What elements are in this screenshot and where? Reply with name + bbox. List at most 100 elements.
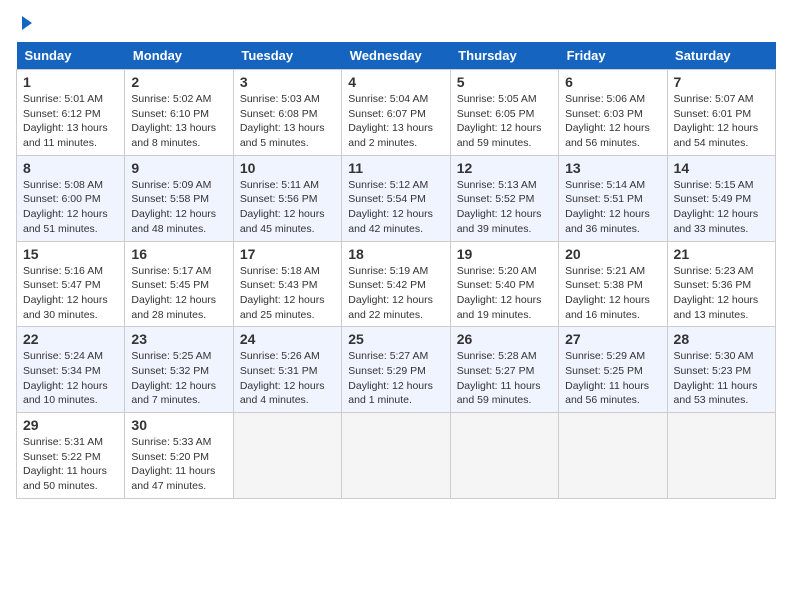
calendar-week-row: 1 Sunrise: 5:01 AMSunset: 6:12 PMDaylight… [17, 70, 776, 156]
day-number: 28 [674, 331, 769, 347]
calendar-cell: 8Sunrise: 5:08 AMSunset: 6:00 PMDaylight… [17, 155, 125, 241]
day-number: 22 [23, 331, 118, 347]
calendar-cell [450, 413, 558, 499]
calendar-cell: 20Sunrise: 5:21 AMSunset: 5:38 PMDayligh… [559, 241, 667, 327]
day-info: Sunrise: 5:15 AMSunset: 5:49 PMDaylight:… [674, 178, 769, 237]
day-info: Sunrise: 5:13 AMSunset: 5:52 PMDaylight:… [457, 178, 552, 237]
day-number: 1 [23, 74, 118, 90]
calendar-cell: 29Sunrise: 5:31 AMSunset: 5:22 PMDayligh… [17, 413, 125, 499]
day-number: 16 [131, 246, 226, 262]
day-number: 5 [457, 74, 552, 90]
page-header [16, 16, 776, 30]
calendar-cell: 19 Sunrise: 5:20 AMSunset: 5:40 PMDayligh… [450, 241, 558, 327]
calendar-cell [559, 413, 667, 499]
calendar-cell: 17Sunrise: 5:18 AMSunset: 5:43 PMDayligh… [233, 241, 341, 327]
calendar-cell: 7 Sunrise: 5:07 AMSunset: 6:01 PMDaylight… [667, 70, 775, 156]
day-number: 17 [240, 246, 335, 262]
calendar-cell: 14 Sunrise: 5:15 AMSunset: 5:49 PMDayligh… [667, 155, 775, 241]
col-header-tuesday: Tuesday [233, 42, 341, 70]
day-number: 9 [131, 160, 226, 176]
calendar-cell: 6Sunrise: 5:06 AMSunset: 6:03 PMDaylight… [559, 70, 667, 156]
day-number: 21 [674, 246, 769, 262]
col-header-wednesday: Wednesday [342, 42, 450, 70]
day-info: Sunrise: 5:02 AMSunset: 6:10 PMDaylight:… [131, 92, 226, 151]
day-number: 2 [131, 74, 226, 90]
day-number: 3 [240, 74, 335, 90]
day-info: Sunrise: 5:07 AMSunset: 6:01 PMDaylight:… [674, 92, 769, 151]
day-info: Sunrise: 5:12 AMSunset: 5:54 PMDaylight:… [348, 178, 443, 237]
calendar-week-row: 22 Sunrise: 5:24 AMSunset: 5:34 PMDayligh… [17, 327, 776, 413]
calendar-week-row: 15 Sunrise: 5:16 AMSunset: 5:47 PMDayligh… [17, 241, 776, 327]
logo [16, 16, 32, 30]
calendar-cell: 30 Sunrise: 5:33 AMSunset: 5:20 PMDayligh… [125, 413, 233, 499]
calendar-cell: 10 Sunrise: 5:11 AMSunset: 5:56 PMDayligh… [233, 155, 341, 241]
day-info: Sunrise: 5:14 AMSunset: 5:51 PMDaylight:… [565, 178, 660, 237]
calendar-cell: 27 Sunrise: 5:29 AMSunset: 5:25 PMDayligh… [559, 327, 667, 413]
day-info: Sunrise: 5:06 AMSunset: 6:03 PMDaylight:… [565, 92, 660, 151]
calendar-cell: 26 Sunrise: 5:28 AMSunset: 5:27 PMDayligh… [450, 327, 558, 413]
col-header-saturday: Saturday [667, 42, 775, 70]
day-info: Sunrise: 5:24 AMSunset: 5:34 PMDaylight:… [23, 349, 118, 408]
day-number: 24 [240, 331, 335, 347]
day-info: Sunrise: 5:08 AMSunset: 6:00 PMDaylight:… [23, 178, 118, 237]
col-header-monday: Monday [125, 42, 233, 70]
calendar-cell: 28 Sunrise: 5:30 AMSunset: 5:23 PMDayligh… [667, 327, 775, 413]
day-number: 4 [348, 74, 443, 90]
day-info: Sunrise: 5:27 AMSunset: 5:29 PMDaylight:… [348, 349, 443, 408]
day-number: 29 [23, 417, 118, 433]
calendar-week-row: 29Sunrise: 5:31 AMSunset: 5:22 PMDayligh… [17, 413, 776, 499]
day-info: Sunrise: 5:23 AMSunset: 5:36 PMDaylight:… [674, 264, 769, 323]
calendar-cell: 13 Sunrise: 5:14 AMSunset: 5:51 PMDayligh… [559, 155, 667, 241]
day-info: Sunrise: 5:11 AMSunset: 5:56 PMDaylight:… [240, 178, 335, 237]
calendar-cell: 11 Sunrise: 5:12 AMSunset: 5:54 PMDayligh… [342, 155, 450, 241]
day-number: 20 [565, 246, 660, 262]
day-number: 30 [131, 417, 226, 433]
day-number: 18 [348, 246, 443, 262]
day-info: Sunrise: 5:29 AMSunset: 5:25 PMDaylight:… [565, 349, 660, 408]
calendar-cell: 25 Sunrise: 5:27 AMSunset: 5:29 PMDayligh… [342, 327, 450, 413]
day-number: 25 [348, 331, 443, 347]
day-info: Sunrise: 5:05 AMSunset: 6:05 PMDaylight:… [457, 92, 552, 151]
day-number: 23 [131, 331, 226, 347]
day-info: Sunrise: 5:19 AMSunset: 5:42 PMDaylight:… [348, 264, 443, 323]
day-info: Sunrise: 5:16 AMSunset: 5:47 PMDaylight:… [23, 264, 118, 323]
calendar-cell: 2 Sunrise: 5:02 AMSunset: 6:10 PMDaylight… [125, 70, 233, 156]
day-info: Sunrise: 5:30 AMSunset: 5:23 PMDaylight:… [674, 349, 769, 408]
calendar-cell [667, 413, 775, 499]
day-number: 27 [565, 331, 660, 347]
day-number: 15 [23, 246, 118, 262]
day-number: 11 [348, 160, 443, 176]
col-header-sunday: Sunday [17, 42, 125, 70]
day-info: Sunrise: 5:26 AMSunset: 5:31 PMDaylight:… [240, 349, 335, 408]
day-info: Sunrise: 5:28 AMSunset: 5:27 PMDaylight:… [457, 349, 552, 408]
day-info: Sunrise: 5:01 AMSunset: 6:12 PMDaylight:… [23, 92, 118, 151]
calendar-cell: 5 Sunrise: 5:05 AMSunset: 6:05 PMDaylight… [450, 70, 558, 156]
col-header-thursday: Thursday [450, 42, 558, 70]
day-number: 13 [565, 160, 660, 176]
calendar-cell: 12 Sunrise: 5:13 AMSunset: 5:52 PMDayligh… [450, 155, 558, 241]
day-info: Sunrise: 5:04 AMSunset: 6:07 PMDaylight:… [348, 92, 443, 151]
calendar-cell: 23 Sunrise: 5:25 AMSunset: 5:32 PMDayligh… [125, 327, 233, 413]
calendar-cell: 18 Sunrise: 5:19 AMSunset: 5:42 PMDayligh… [342, 241, 450, 327]
day-info: Sunrise: 5:25 AMSunset: 5:32 PMDaylight:… [131, 349, 226, 408]
calendar-cell [233, 413, 341, 499]
logo-arrow-icon [22, 16, 32, 30]
calendar-cell: 1 Sunrise: 5:01 AMSunset: 6:12 PMDaylight… [17, 70, 125, 156]
calendar-cell: 24 Sunrise: 5:26 AMSunset: 5:31 PMDayligh… [233, 327, 341, 413]
day-info: Sunrise: 5:20 AMSunset: 5:40 PMDaylight:… [457, 264, 552, 323]
day-number: 12 [457, 160, 552, 176]
calendar-cell: 3 Sunrise: 5:03 AMSunset: 6:08 PMDaylight… [233, 70, 341, 156]
calendar-week-row: 8Sunrise: 5:08 AMSunset: 6:00 PMDaylight… [17, 155, 776, 241]
calendar-cell [342, 413, 450, 499]
day-number: 14 [674, 160, 769, 176]
calendar-cell: 4 Sunrise: 5:04 AMSunset: 6:07 PMDaylight… [342, 70, 450, 156]
day-number: 26 [457, 331, 552, 347]
day-number: 10 [240, 160, 335, 176]
day-number: 19 [457, 246, 552, 262]
calendar-cell: 21 Sunrise: 5:23 AMSunset: 5:36 PMDayligh… [667, 241, 775, 327]
calendar-cell: 15 Sunrise: 5:16 AMSunset: 5:47 PMDayligh… [17, 241, 125, 327]
day-info: Sunrise: 5:33 AMSunset: 5:20 PMDaylight:… [131, 435, 226, 494]
day-info: Sunrise: 5:03 AMSunset: 6:08 PMDaylight:… [240, 92, 335, 151]
calendar-cell: 9Sunrise: 5:09 AMSunset: 5:58 PMDaylight… [125, 155, 233, 241]
day-number: 7 [674, 74, 769, 90]
